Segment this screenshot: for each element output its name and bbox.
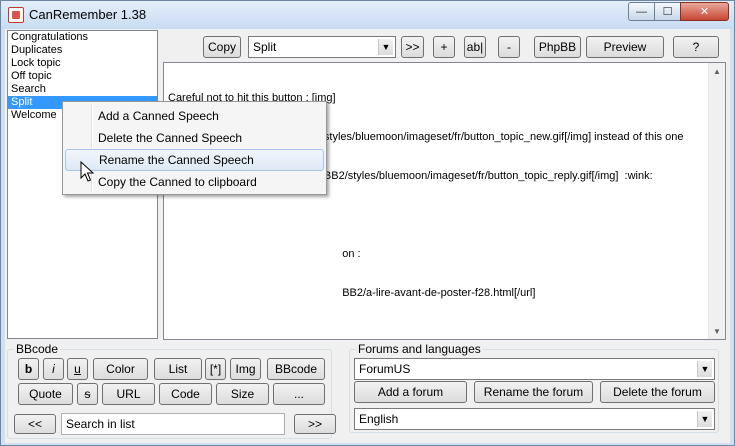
context-menu: Add a Canned Speech Delete the Canned Sp… <box>62 101 327 195</box>
menu-item-label: Copy the Canned to clipboard <box>98 175 257 189</box>
menu-item-add-speech[interactable]: Add a Canned Speech <box>65 105 324 127</box>
add-forum-button[interactable]: Add a forum <box>354 381 467 403</box>
color-button[interactable]: Color <box>93 358 148 380</box>
menu-item-label: Add a Canned Speech <box>98 109 219 123</box>
preview-button[interactable]: Preview <box>586 36 664 58</box>
chevron-down-icon[interactable]: ▼ <box>378 39 393 55</box>
bbcode-button[interactable]: BBcode <box>267 358 325 380</box>
bbcode-group: BBcode b i u Color List [*] Img BBcode Q… <box>7 342 336 439</box>
chevron-down-icon[interactable]: ▼ <box>697 411 712 427</box>
quote-button[interactable]: Quote <box>18 383 73 405</box>
forums-group: Forums and languages ForumUS ▼ Add a for… <box>349 342 719 433</box>
copy-button[interactable]: Copy <box>203 36 241 58</box>
list-item[interactable]: Duplicates <box>8 44 157 57</box>
rename-forum-button[interactable]: Rename the forum <box>474 381 593 403</box>
mouse-cursor-icon <box>80 161 94 182</box>
code-button[interactable]: Code <box>159 383 212 405</box>
close-button[interactable]: ✕ <box>680 2 729 21</box>
list-button[interactable]: List <box>154 358 202 380</box>
forum-select[interactable]: ForumUS ▼ <box>354 358 715 380</box>
editor-scrollbar[interactable]: ▲ ▼ <box>708 63 725 339</box>
help-button[interactable]: ? <box>673 36 719 58</box>
small-text-button[interactable]: ᵴ <box>77 383 98 405</box>
chevron-down-icon[interactable]: ▼ <box>697 361 712 377</box>
scroll-down-icon[interactable]: ▼ <box>709 323 725 339</box>
language-select[interactable]: English ▼ <box>354 408 715 430</box>
menu-item-label: Delete the Canned Speech <box>98 131 243 145</box>
maximize-button[interactable]: ☐ <box>654 2 681 21</box>
bold-button[interactable]: b <box>18 358 39 380</box>
rename-speech-button[interactable]: ab| <box>464 36 486 58</box>
search-input[interactable]: Search in list <box>61 413 285 435</box>
client-area: Congratulations Duplicates Lock topic Of… <box>5 29 730 443</box>
more-button[interactable]: ... <box>273 383 325 405</box>
window-title: CanRemember 1.38 <box>29 7 147 22</box>
menu-item-delete-speech[interactable]: Delete the Canned Speech <box>65 127 324 149</box>
app-icon <box>8 7 24 23</box>
search-prev-button[interactable]: << <box>14 414 56 434</box>
search-input-value: Search in list <box>66 417 135 431</box>
remove-speech-button[interactable]: - <box>498 36 520 58</box>
scroll-up-icon[interactable]: ▲ <box>709 63 725 79</box>
title-bar[interactable]: CanRemember 1.38 — ☐ ✕ <box>1 1 734 29</box>
delete-forum-button[interactable]: Delete the forum <box>600 381 715 403</box>
editor-line: BB2/a-lire-avant-de-poster-f28.html[/url… <box>168 287 536 299</box>
forums-group-title: Forums and languages <box>356 342 483 356</box>
speech-select-value: Split <box>253 40 277 54</box>
list-item[interactable]: Off topic <box>8 70 157 83</box>
language-select-value: English <box>359 412 399 426</box>
editor-line: on : <box>168 248 361 260</box>
menu-item-rename-speech[interactable]: Rename the Canned Speech <box>65 149 324 171</box>
menu-item-label: Rename the Canned Speech <box>99 153 254 167</box>
italic-button[interactable]: i <box>43 358 64 380</box>
phpbb-button[interactable]: PhpBB <box>534 36 581 58</box>
list-item[interactable]: Lock topic <box>8 57 157 70</box>
img-button[interactable]: Img <box>230 358 261 380</box>
bbcode-group-title: BBcode <box>14 342 61 356</box>
list-item-button[interactable]: [*] <box>205 358 226 380</box>
list-item[interactable]: Congratulations <box>8 31 157 44</box>
app-window: CanRemember 1.38 — ☐ ✕ Congratulations D… <box>0 0 735 446</box>
add-speech-button[interactable]: + <box>433 36 455 58</box>
url-button[interactable]: URL <box>102 383 155 405</box>
size-button[interactable]: Size <box>216 383 269 405</box>
speech-select[interactable]: Split ▼ <box>248 36 396 58</box>
menu-item-copy-to-clipboard[interactable]: Copy the Canned to clipboard <box>65 171 324 193</box>
search-next-button[interactable]: >> <box>294 414 336 434</box>
underline-button[interactable]: u <box>67 358 88 380</box>
minimize-button[interactable]: — <box>628 2 655 21</box>
next-button[interactable]: >> <box>401 36 424 58</box>
forum-select-value: ForumUS <box>359 362 411 376</box>
list-item[interactable]: Search <box>8 83 157 96</box>
